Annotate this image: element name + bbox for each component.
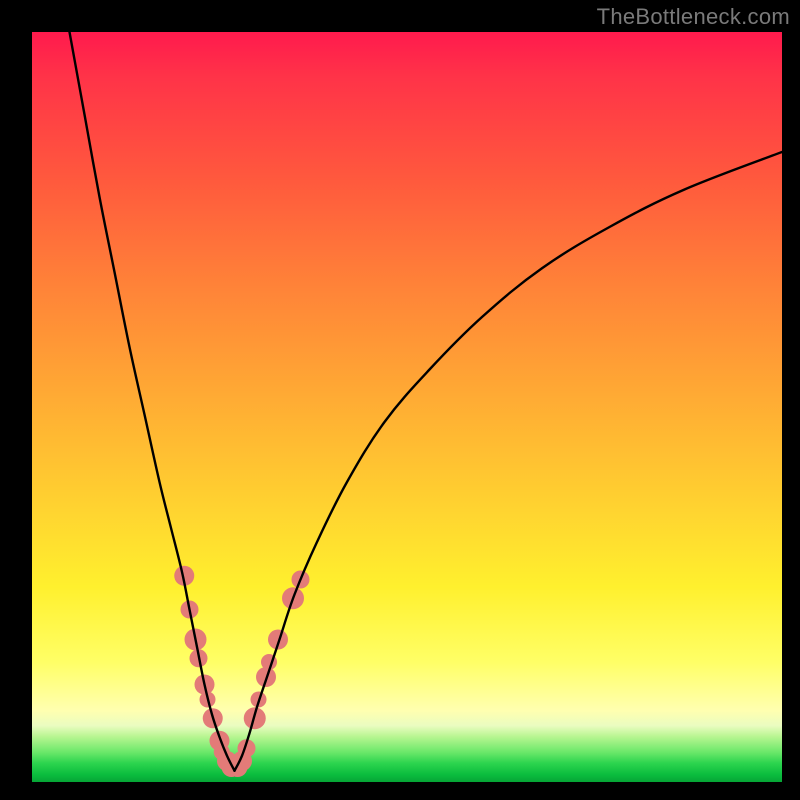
chart-svg: [32, 32, 782, 782]
left-curve: [70, 32, 235, 771]
watermark-text: TheBottleneck.com: [597, 4, 790, 30]
plot-area: [32, 32, 782, 782]
chart-frame: TheBottleneck.com: [0, 0, 800, 800]
marker-layer: [174, 566, 309, 777]
right-curve: [235, 152, 783, 771]
